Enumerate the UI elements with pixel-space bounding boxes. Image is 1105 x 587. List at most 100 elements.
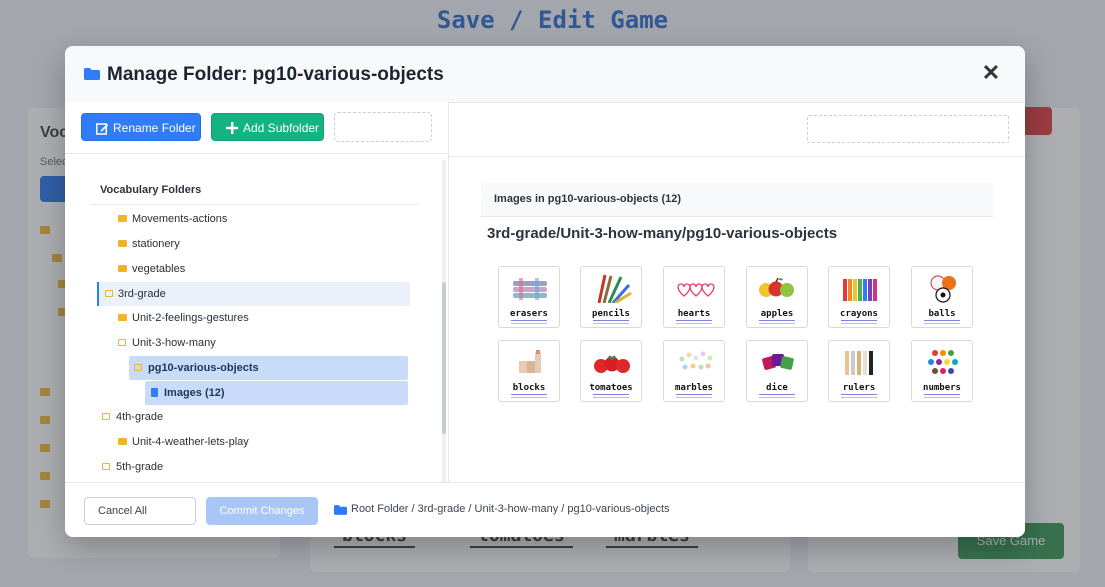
underline (511, 394, 547, 395)
image-card-blocks[interactable]: blocks (498, 340, 560, 402)
underline (841, 320, 877, 321)
modal-header: Manage Folder: pg10-various-objects ✕ (65, 46, 1025, 103)
folder-open-icon (102, 413, 110, 420)
image-caption: erasers (510, 309, 548, 319)
breadcrumb: Root Folder / 3rd-grade / Unit-3-how-man… (351, 503, 670, 515)
folder-icon (118, 215, 127, 222)
tree-item-unit-2[interactable]: Unit-2-feelings-gestures (113, 306, 413, 330)
image-caption: tomatoes (589, 383, 633, 393)
image-caption: dice (766, 383, 788, 393)
tree-item-4th-grade[interactable]: 4th-grade (97, 405, 397, 429)
image-card-apples[interactable]: apples (746, 266, 808, 328)
rename-folder-button[interactable]: Rename Folder (81, 113, 201, 141)
underline (676, 320, 712, 321)
tree-item-3rd-grade[interactable]: 3rd-grade (97, 282, 410, 306)
tree-item-5th-grade[interactable]: 5th-grade (97, 455, 397, 479)
hearts-image (677, 283, 715, 297)
add-subfolder-button[interactable]: Add Subfolder (211, 113, 324, 141)
image-card-balls[interactable]: balls (911, 266, 973, 328)
apples-image (759, 277, 794, 297)
erasers-image (513, 278, 547, 300)
images-heading-text: Images in pg10-various-objects (12) (494, 193, 682, 205)
image-caption: pencils (592, 309, 630, 319)
folder-icon (118, 240, 127, 247)
drop-zone-placeholder[interactable] (334, 112, 432, 142)
tree-item-label: Images (12) (164, 387, 225, 399)
folder-open-icon (105, 290, 113, 297)
tree-item-movements-actions[interactable]: Movements-actions (113, 207, 413, 231)
numbers-image (928, 350, 958, 374)
plus-icon (226, 114, 238, 144)
underline (924, 397, 960, 398)
image-caption: apples (760, 309, 794, 319)
drop-zone-placeholder[interactable] (807, 115, 1009, 143)
image-card-dice[interactable]: dice (746, 340, 808, 402)
image-card-erasers[interactable]: erasers (498, 266, 560, 328)
folder-path-title: 3rd-grade/Unit-3-how-many/pg10-various-o… (487, 225, 838, 242)
tree-item-label: stationery (132, 238, 180, 250)
underline (593, 320, 629, 321)
image-card-tomatoes[interactable]: tomatoes (580, 340, 642, 402)
tree-heading: Vocabulary Folders (100, 184, 202, 196)
edit-icon (96, 114, 109, 145)
image-caption: crayons (840, 309, 878, 319)
tree-item-label: Movements-actions (132, 213, 228, 225)
folder-open-icon (118, 339, 126, 346)
folder-icon (334, 505, 347, 515)
underline (924, 320, 960, 321)
tree-item-label: 3rd-grade (118, 288, 166, 300)
underline (759, 323, 795, 324)
tree-item-unit-3[interactable]: Unit-3-how-many (113, 331, 413, 355)
image-caption: hearts (677, 309, 711, 319)
folder-tree-pane: Rename Folder Add Subfolder Vocabulary F… (65, 102, 449, 482)
image-card-hearts[interactable]: hearts (663, 266, 725, 328)
underline (759, 394, 795, 395)
scrollbar-thumb[interactable] (442, 282, 446, 434)
image-caption: marbles (675, 383, 713, 393)
underline (676, 397, 712, 398)
tree-item-pg10-various-objects[interactable]: pg10-various-objects (129, 356, 408, 380)
tree-item-vegetables[interactable]: vegetables (113, 257, 413, 281)
underline (924, 394, 960, 395)
tree-item-stationery[interactable]: stationery (113, 232, 413, 256)
images-toolbar (449, 102, 1025, 157)
tree-item-unit-4[interactable]: Unit-4-weather-lets-play (113, 430, 413, 454)
underline (511, 320, 547, 321)
image-card-numbers[interactable]: numbers (911, 340, 973, 402)
cancel-all-button[interactable]: Cancel All (84, 497, 196, 525)
balls-image (930, 275, 956, 303)
underline (593, 323, 629, 324)
close-button[interactable]: ✕ (980, 62, 1002, 84)
blocks-image (519, 350, 541, 373)
rename-folder-label: Rename Folder (113, 121, 196, 135)
underline (924, 323, 960, 324)
tree-item-label: 4th-grade (116, 411, 164, 423)
underline (841, 323, 877, 324)
crayons-image (843, 279, 877, 301)
underline (511, 323, 547, 324)
modal-title: Manage Folder: pg10-various-objects (107, 64, 444, 85)
commit-changes-button[interactable]: Commit Changes (206, 497, 318, 525)
add-subfolder-label: Add Subfolder (243, 121, 320, 135)
image-card-marbles[interactable]: marbles (663, 340, 725, 402)
tree-item-images[interactable]: Images (12) (145, 381, 408, 405)
folder-open-icon (102, 463, 110, 470)
divider (91, 204, 418, 205)
rulers-image (845, 351, 873, 375)
images-panel-heading: Images in pg10-various-objects (12) (481, 183, 993, 217)
folder-icon (84, 68, 100, 80)
image-card-rulers[interactable]: rulers (828, 340, 890, 402)
underline (676, 323, 712, 324)
underline (511, 397, 547, 398)
underline (759, 320, 795, 321)
image-card-crayons[interactable]: crayons (828, 266, 890, 328)
tomatoes-image (594, 355, 630, 373)
image-caption: blocks (512, 383, 546, 393)
manage-folder-modal: Manage Folder: pg10-various-objects ✕ Re… (65, 46, 1025, 537)
image-card-pencils[interactable]: pencils (580, 266, 642, 328)
tree-item-label: Unit-3-how-many (132, 337, 216, 349)
underline (593, 397, 629, 398)
images-pane: Images in pg10-various-objects (12) 3rd-… (449, 102, 1025, 482)
tree-item-label: Unit-2-feelings-gestures (132, 312, 249, 324)
folder-tree: Vocabulary Folders Movements-actions sta… (65, 154, 448, 482)
